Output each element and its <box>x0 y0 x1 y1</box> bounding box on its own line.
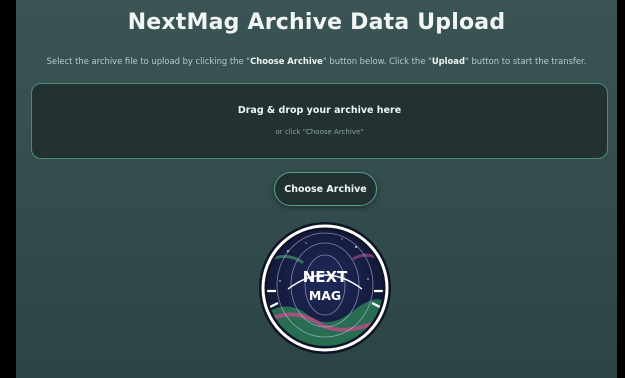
page-title: NextMag Archive Data Upload <box>127 10 506 35</box>
logo-text-next: NEXT <box>303 268 348 286</box>
instructions-part1: Select the archive file to upload by cli… <box>46 56 251 66</box>
drop-zone[interactable]: Drag & drop your archive here or click "… <box>31 83 608 159</box>
instructions-text: Select the archive file to upload by cli… <box>16 56 617 66</box>
window-edge <box>617 0 625 378</box>
nextmag-logo: NEXT MAG <box>259 222 391 354</box>
instructions-part2: " button below. Click the " <box>322 56 432 66</box>
instructions-choose-bold: Choose Archive <box>250 56 323 66</box>
drop-zone-title: Drag & drop your archive here <box>237 105 402 116</box>
upload-page: NextMag Archive Data Upload Select the a… <box>16 0 617 378</box>
instructions-upload-bold: Upload <box>431 56 465 66</box>
logo-text-mag: MAG <box>309 288 341 303</box>
instructions-part3: " button to start the transfer. <box>464 56 587 66</box>
drop-zone-subtitle: or click "Choose Archive" <box>275 128 364 136</box>
choose-archive-button[interactable]: Choose Archive <box>274 172 377 206</box>
